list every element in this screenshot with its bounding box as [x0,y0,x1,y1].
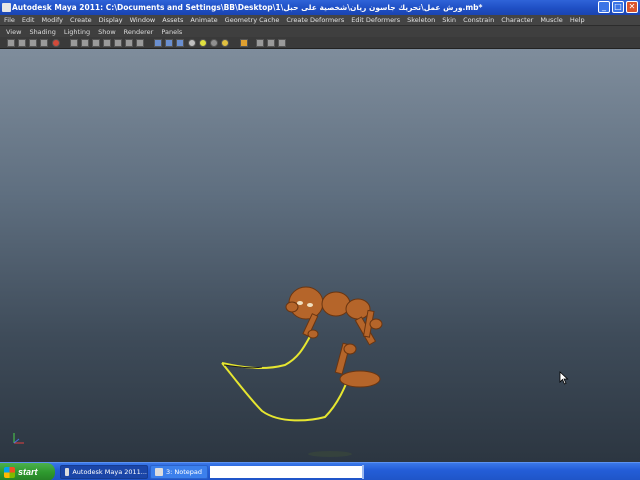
panel-menu-shading[interactable]: Shading [29,28,55,36]
nurbs-icon[interactable] [165,39,173,47]
bookmark-icon[interactable] [29,39,37,47]
character-knee [343,343,357,355]
light-bulb-icon[interactable] [199,39,207,47]
axis-gizmo [13,433,24,444]
menu-muscle[interactable]: Muscle [540,16,563,24]
character-torso [321,291,351,317]
menu-modify[interactable]: Modify [41,16,63,24]
character-ear [285,301,299,313]
menu-geometry-cache[interactable]: Geometry Cache [225,16,280,24]
taskbar-item-maya[interactable]: Autodesk Maya 2011... [60,465,148,479]
menu-help[interactable]: Help [570,16,585,24]
shadow-sphere-icon[interactable] [210,39,218,47]
ambient-icon[interactable] [221,39,229,47]
character-shoulder [369,318,383,330]
menu-animate[interactable]: Animate [190,16,217,24]
title-bar: Autodesk Maya 2011: C:\Documents and Set… [0,0,640,15]
shadows-icon[interactable] [114,39,122,47]
close-button[interactable]: ✕ [626,1,638,13]
isolate-icon[interactable] [125,39,133,47]
panel-menu-renderer[interactable]: Renderer [124,28,154,36]
viewport-scene [221,286,383,457]
panel-menu-view[interactable]: View [6,28,21,36]
menu-skin[interactable]: Skin [442,16,456,24]
gate-mask-icon[interactable] [278,39,286,47]
character-hand [307,329,319,339]
taskbar-empty-area [210,466,362,478]
wireframe-icon[interactable] [70,39,78,47]
menu-constrain[interactable]: Constrain [463,16,494,24]
highlight-icon[interactable] [240,39,248,47]
menu-create[interactable]: Create [70,16,92,24]
image-plane-icon[interactable] [40,39,48,47]
notepad-task-icon [155,468,163,476]
windows-logo-icon [4,466,15,478]
maya-app-icon [2,3,11,12]
panel-toolbar [0,37,640,49]
2d-pan-icon[interactable] [52,39,60,47]
xray-icon[interactable] [136,39,144,47]
start-button[interactable]: start [0,463,55,480]
menu-edit[interactable]: Edit [22,16,35,24]
taskbar-item-label: Autodesk Maya 2011... [72,468,147,476]
panel-menu-panels[interactable]: Panels [161,28,182,36]
menu-assets[interactable]: Assets [162,16,183,24]
taskbar-item-label: 3: Notepad [166,468,203,476]
maximize-button[interactable]: □ [612,1,624,13]
panel-menu-bar: View Shading Lighting Show Renderer Pane… [0,26,640,37]
safe-title-icon[interactable] [267,39,275,47]
taskbar-item-notepad[interactable]: 3: Notepad [150,465,208,479]
resolution-gate-icon[interactable] [256,39,264,47]
mouse-cursor-icon [559,371,569,385]
camera-icon[interactable] [7,39,15,47]
panel-menu-show[interactable]: Show [98,28,116,36]
character-foot [339,370,381,388]
character-hip [345,298,371,320]
start-label: start [18,467,38,477]
menu-create-deformers[interactable]: Create Deformers [286,16,344,24]
panel-menu-lighting[interactable]: Lighting [64,28,90,36]
lights-icon[interactable] [103,39,111,47]
minimize-button[interactable]: _ [598,1,610,13]
grid-icon[interactable] [18,39,26,47]
menu-window[interactable]: Window [130,16,156,24]
polygons-icon[interactable] [176,39,184,47]
menu-edit-deformers[interactable]: Edit Deformers [351,16,400,24]
sphere-icon[interactable] [188,39,196,47]
window-controls: _ □ ✕ [598,1,638,13]
windows-taskbar: start Autodesk Maya 2011... 3: Notepad [0,462,640,480]
smooth-shade-icon[interactable] [81,39,89,47]
taskbar-separator [362,465,364,479]
joints-icon[interactable] [154,39,162,47]
rope-curve [221,362,351,422]
maya-task-icon [65,468,70,476]
menu-character[interactable]: Character [501,16,533,24]
ground-shadow [308,451,352,457]
menu-display[interactable]: Display [99,16,123,24]
rope-curve-upper [221,332,313,370]
textured-icon[interactable] [92,39,100,47]
window-title: Autodesk Maya 2011: C:\Documents and Set… [12,3,483,12]
main-menu-bar: File Edit Modify Create Display Window A… [0,15,640,26]
menu-skeleton[interactable]: Skeleton [407,16,435,24]
perspective-viewport[interactable] [0,49,640,462]
menu-file[interactable]: File [4,16,15,24]
